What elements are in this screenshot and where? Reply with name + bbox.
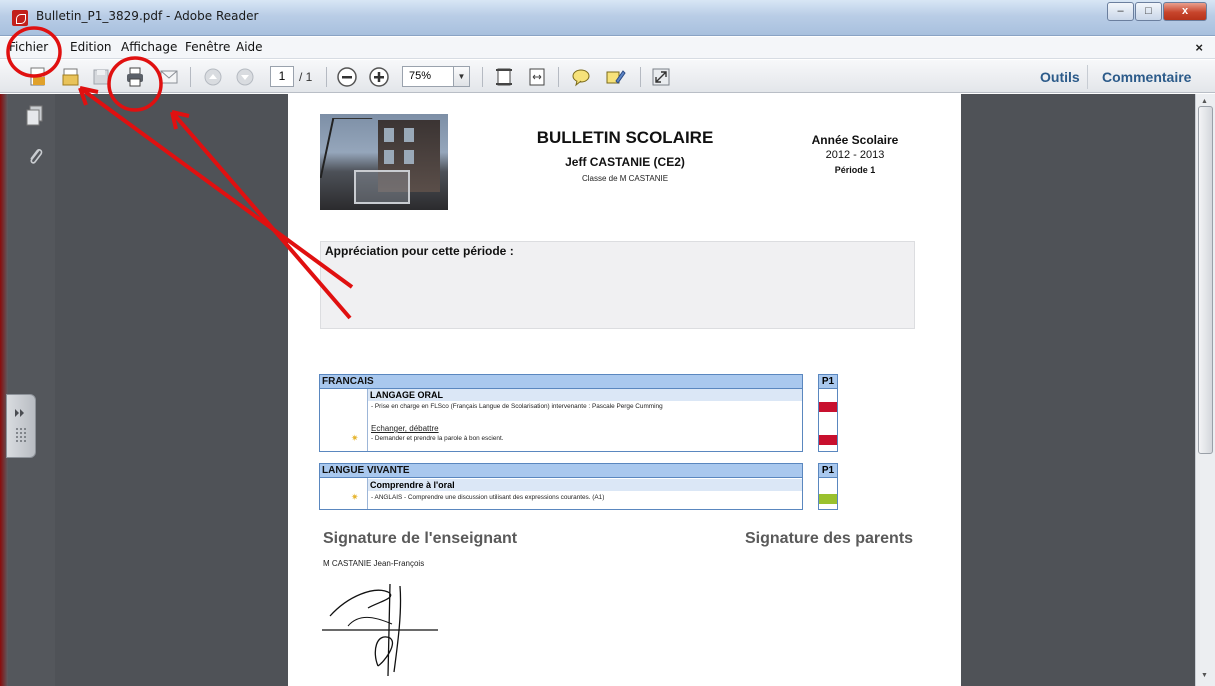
navigation-pane (0, 94, 55, 686)
comment-icon[interactable] (570, 66, 592, 88)
period-column: P1 (818, 463, 838, 510)
assessment-mark (819, 424, 837, 434)
document-close-button[interactable]: × (1195, 40, 1203, 55)
adobe-reader-window: Bulletin_P1_3829.pdf - Adobe Reader – □ … (0, 0, 1215, 686)
minimize-button[interactable]: – (1107, 2, 1134, 21)
zoom-out-icon[interactable] (336, 66, 358, 88)
subdomain-label: Echanger, débattre (371, 424, 439, 433)
navigation-pane-toggle[interactable] (6, 394, 36, 458)
scroll-up-arrow[interactable]: ▲ (1201, 98, 1208, 105)
skill-line: - ANGLAIS - Comprendre une discussion ut… (371, 494, 605, 501)
skill-line: - Demander et prendre la parole à bon es… (371, 435, 504, 442)
class-name: Classe de M CASTANIE (581, 174, 669, 183)
star-icon: ✷ (351, 492, 359, 502)
appreciation-label: Appréciation pour cette période : (325, 244, 514, 258)
assessment-mark (819, 480, 837, 490)
star-icon: ✷ (351, 433, 359, 443)
school-photo (320, 114, 448, 210)
teacher-signature-label: Signature de l'enseignant (323, 530, 518, 547)
toolbar-separator (190, 67, 191, 87)
toolbar-separator (326, 67, 327, 87)
teacher-name: M CASTANIE Jean-François (323, 559, 425, 568)
assessment-mark (819, 494, 837, 504)
toolbar-separator (1087, 65, 1088, 89)
section-francais: FRANCAIS LANGAGE ORAL - Prise en charge … (319, 374, 803, 452)
vertical-scrollbar[interactable]: ▲ ▼ (1195, 94, 1215, 686)
student-name: Jeff CASTANIE (CE2) (565, 155, 685, 169)
page-up-icon[interactable] (202, 66, 224, 88)
parents-signature-label: Signature des parents (745, 530, 914, 547)
page-number-input[interactable]: 1 (270, 66, 294, 87)
save-icon[interactable] (90, 66, 112, 88)
zoom-input[interactable]: 75% (402, 66, 454, 87)
zoom-in-icon[interactable] (368, 66, 390, 88)
domain-label: Comprendre à l'oral (368, 479, 802, 491)
section-header: LANGUE VIVANTE (320, 464, 802, 478)
maximize-button[interactable]: □ (1135, 2, 1162, 21)
open-icon[interactable] (60, 66, 82, 88)
fullscreen-icon[interactable] (650, 66, 672, 88)
toolbar-separator (558, 67, 559, 87)
appreciation-box: Appréciation pour cette période : (320, 241, 915, 329)
toolbar-separator (640, 67, 641, 87)
fit-width-icon[interactable] (526, 66, 548, 88)
menu-fichier[interactable]: Fichier (9, 40, 48, 54)
menu-edition[interactable]: Edition (70, 40, 112, 54)
window-title: Bulletin_P1_3829.pdf - Adobe Reader (36, 9, 259, 23)
title-bar: Bulletin_P1_3829.pdf - Adobe Reader – □ … (0, 0, 1215, 36)
attachments-icon[interactable] (24, 144, 46, 168)
page-total-label: / 1 (299, 70, 313, 84)
section-langue-vivante: LANGUE VIVANTE Comprendre à l'oral ✷ - A… (319, 463, 803, 510)
pages-panel-icon[interactable] (24, 104, 46, 128)
period-header: P1 (819, 375, 837, 389)
page-down-icon[interactable] (234, 66, 256, 88)
close-button[interactable]: x (1163, 2, 1207, 21)
period-column: P1 (818, 374, 838, 452)
assessment-mark (819, 402, 837, 412)
menu-bar: Fichier Edition Affichage Fenêtre Aide × (0, 37, 1215, 59)
adobe-reader-icon (12, 10, 28, 26)
document-title: BULLETIN SCOLAIRE (536, 128, 714, 147)
email-icon[interactable] (158, 66, 180, 88)
assessment-mark (819, 435, 837, 445)
fit-page-icon[interactable] (493, 66, 515, 88)
desktop-edge (0, 94, 8, 686)
toolbar-separator (482, 67, 483, 87)
menu-fenetre[interactable]: Fenêtre (185, 40, 230, 54)
toolbar: 1 / 1 75% ▼ Outils Commentaire (0, 60, 1215, 93)
create-pdf-icon[interactable] (27, 66, 49, 88)
section-header: FRANCAIS (320, 375, 802, 389)
menu-aide[interactable]: Aide (236, 40, 263, 54)
scroll-down-arrow[interactable]: ▼ (1201, 672, 1208, 679)
print-icon[interactable] (124, 66, 146, 88)
tools-button[interactable]: Outils (1040, 69, 1080, 85)
window-controls: – □ x (1106, 2, 1207, 21)
domain-label: LANGAGE ORAL (368, 389, 802, 401)
expand-icon (15, 409, 26, 442)
zoom-dropdown-button[interactable]: ▼ (454, 66, 470, 87)
period-header: P1 (819, 464, 837, 478)
scroll-thumb[interactable] (1198, 106, 1213, 454)
school-year: 2012 - 2013 (825, 149, 885, 161)
comment-panel-button[interactable]: Commentaire (1102, 69, 1191, 85)
skill-line: - Prise en charge en FLSco (Français Lan… (371, 403, 663, 410)
school-year-label: Année Scolaire (811, 133, 899, 147)
menu-affichage[interactable]: Affichage (121, 40, 177, 54)
period-label: Période 1 (834, 165, 876, 175)
highlight-icon[interactable] (604, 66, 626, 88)
handwritten-signature (322, 583, 438, 677)
